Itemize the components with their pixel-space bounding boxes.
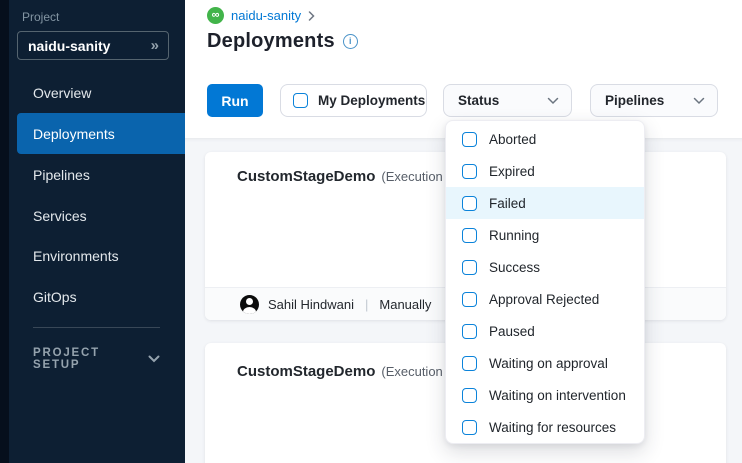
- run-button[interactable]: Run: [207, 84, 263, 117]
- status-filter-menu: Aborted Expired Failed Running Success A…: [445, 120, 645, 444]
- sidebar-item-deployments[interactable]: Deployments: [17, 113, 185, 154]
- status-option-label: Expired: [489, 164, 535, 179]
- status-option-label: Waiting for resources: [489, 420, 616, 435]
- checkbox[interactable]: [462, 228, 477, 243]
- project-setup-label: PROJECT SETUP: [33, 347, 148, 371]
- execution-card-title-row: CustomStageDemo (Execution Id: [237, 363, 457, 380]
- status-option-label: Waiting on intervention: [489, 388, 626, 403]
- chevron-down-icon: [148, 355, 160, 363]
- sidebar-item-label: Overview: [33, 85, 91, 101]
- pipelines-filter-label: Pipelines: [605, 93, 664, 108]
- footer-separator: |: [363, 297, 370, 312]
- project-setup-toggle[interactable]: PROJECT SETUP: [33, 347, 160, 371]
- status-option-waiting-on-approval[interactable]: Waiting on approval: [446, 347, 644, 379]
- execution-card-title-row: CustomStageDemo (Execution Id: [237, 168, 457, 185]
- checkbox[interactable]: [462, 420, 477, 435]
- status-option-aborted[interactable]: Aborted: [446, 123, 644, 155]
- breadcrumb-project-link[interactable]: naidu-sanity: [231, 8, 301, 23]
- status-option-paused[interactable]: Paused: [446, 315, 644, 347]
- sidebar-item-label: GitOps: [33, 289, 77, 305]
- my-deployments-filter[interactable]: My Deployments: [280, 84, 427, 117]
- double-chevron-icon: »: [151, 37, 159, 54]
- sidebar-item-pipelines[interactable]: Pipelines: [17, 154, 185, 195]
- sidebar-item-overview[interactable]: Overview: [17, 72, 185, 113]
- project-label: Project: [22, 10, 59, 24]
- checkbox[interactable]: [462, 196, 477, 211]
- sidebar-item-gitops[interactable]: GitOps: [17, 276, 185, 317]
- user-avatar-icon: [240, 295, 259, 314]
- status-option-label: Failed: [489, 196, 526, 211]
- project-selector[interactable]: naidu-sanity »: [17, 31, 169, 60]
- breadcrumb: naidu-sanity: [207, 7, 315, 24]
- sidebar-divider: [33, 327, 160, 328]
- module-nav-strip: [0, 0, 9, 463]
- status-option-label: Paused: [489, 324, 535, 339]
- checkbox[interactable]: [462, 132, 477, 147]
- project-name: naidu-sanity: [28, 38, 110, 54]
- checkbox[interactable]: [462, 164, 477, 179]
- my-deployments-checkbox[interactable]: [293, 93, 308, 108]
- sidebar-item-label: Deployments: [33, 126, 115, 142]
- status-option-failed[interactable]: Failed: [446, 187, 644, 219]
- page-title: Deployments: [207, 30, 335, 53]
- pipeline-name: CustomStageDemo: [237, 168, 375, 185]
- checkbox[interactable]: [462, 388, 477, 403]
- chevron-down-icon: [547, 97, 559, 105]
- sidebar-item-environments[interactable]: Environments: [17, 235, 185, 276]
- sidebar-item-label: Environments: [33, 248, 119, 264]
- checkbox[interactable]: [462, 324, 477, 339]
- sidebar-item-label: Pipelines: [33, 167, 90, 183]
- checkbox[interactable]: [462, 292, 477, 307]
- cd-module-icon: [207, 7, 224, 24]
- sidebar: Project naidu-sanity » Overview Deployme…: [0, 0, 185, 463]
- pipelines-filter-dropdown[interactable]: Pipelines: [590, 84, 718, 117]
- status-option-label: Approval Rejected: [489, 292, 599, 307]
- status-option-label: Waiting on approval: [489, 356, 608, 371]
- trigger-type: Manually: [379, 297, 431, 312]
- chevron-down-icon: [693, 97, 705, 105]
- checkbox[interactable]: [462, 260, 477, 275]
- page-header: naidu-sanity Deployments: [185, 0, 742, 65]
- chevron-right-icon: [308, 11, 315, 21]
- status-option-running[interactable]: Running: [446, 219, 644, 251]
- app-root: Project naidu-sanity » Overview Deployme…: [0, 0, 742, 463]
- status-option-expired[interactable]: Expired: [446, 155, 644, 187]
- status-option-approval-rejected[interactable]: Approval Rejected: [446, 283, 644, 315]
- status-filter-dropdown[interactable]: Status: [443, 84, 572, 117]
- sidebar-item-services[interactable]: Services: [17, 195, 185, 236]
- pipeline-name: CustomStageDemo: [237, 363, 375, 380]
- my-deployments-label: My Deployments: [318, 93, 425, 108]
- info-icon[interactable]: [343, 34, 358, 49]
- status-option-label: Running: [489, 228, 539, 243]
- status-option-label: Aborted: [489, 132, 536, 147]
- page-title-row: Deployments: [207, 30, 358, 53]
- status-option-label: Success: [489, 260, 540, 275]
- sidebar-item-label: Services: [33, 208, 87, 224]
- checkbox[interactable]: [462, 356, 477, 371]
- status-option-success[interactable]: Success: [446, 251, 644, 283]
- status-option-waiting-for-resources[interactable]: Waiting for resources: [446, 411, 644, 443]
- status-option-waiting-on-intervention[interactable]: Waiting on intervention: [446, 379, 644, 411]
- trigger-user: Sahil Hindwani: [268, 297, 354, 312]
- status-filter-label: Status: [458, 93, 499, 108]
